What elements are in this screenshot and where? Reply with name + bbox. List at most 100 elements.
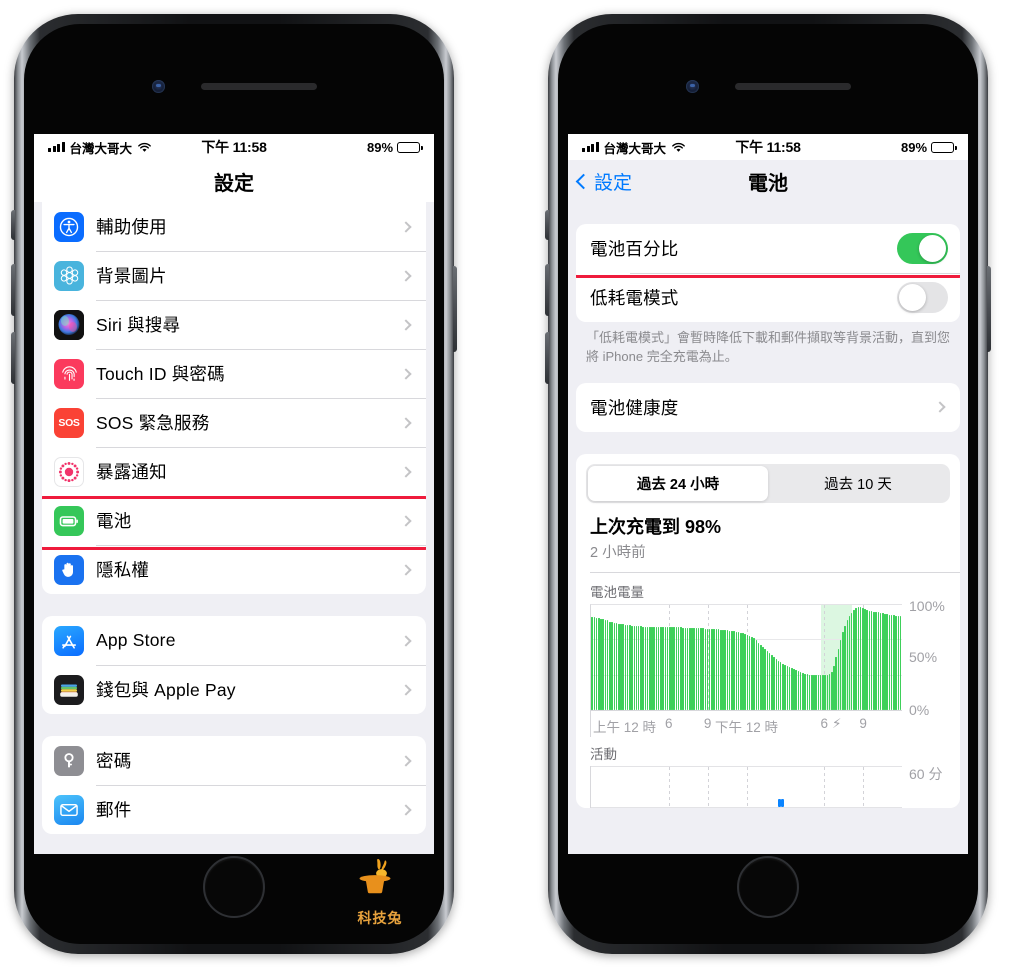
sidebar-item-mail[interactable]: 郵件	[42, 785, 426, 834]
x-tick: 6	[820, 715, 829, 731]
mute-switch[interactable]	[11, 210, 15, 240]
earpiece-speaker	[734, 82, 851, 90]
status-bar: 台灣大哥大 下午 11:58 89%	[34, 134, 434, 160]
chart-bar	[753, 638, 755, 710]
x-tick: 9	[703, 715, 712, 731]
row-label: Touch ID 與密碼	[96, 364, 225, 384]
volume-up-button[interactable]	[11, 264, 15, 316]
time-range-segmented-control[interactable]: 過去 24 小時 過去 10 天	[576, 454, 960, 503]
settings-list[interactable]: 輔助使用 背景圖片 Siri 與搜尋 Touch ID 與密碼 SOS SOS …	[34, 202, 434, 854]
chart-bar	[644, 626, 647, 710]
volume-down-button[interactable]	[545, 332, 549, 384]
front-camera-icon	[151, 79, 165, 93]
row-label: 郵件	[96, 800, 132, 820]
activity-chart-row: 60 分	[590, 765, 948, 808]
chart-bar	[715, 628, 718, 710]
clock-label: 下午 11:58	[201, 139, 267, 155]
settings-group-1: 輔助使用 背景圖片 Siri 與搜尋 Touch ID 與密碼 SOS SOS …	[42, 202, 426, 594]
sidebar-item-accessibility[interactable]: 輔助使用	[42, 202, 426, 251]
home-button[interactable]	[203, 856, 265, 918]
chevron-right-icon	[934, 401, 946, 413]
charging-bolt-icon: ⚡	[831, 715, 842, 731]
siri-icon	[54, 309, 84, 340]
chart-bar	[682, 627, 684, 710]
settings-nav-bar: 設定	[34, 160, 434, 202]
chart-bar	[817, 675, 820, 710]
status-bar-left: 台灣大哥大	[582, 138, 735, 157]
sidebar-item-privacy[interactable]: 隱私權	[42, 545, 426, 594]
carrier-label: 台灣大哥大	[603, 141, 667, 156]
battery-percent-label: 89%	[366, 139, 394, 155]
rabbit-in-hat-icon	[359, 859, 391, 894]
front-sensor-array	[24, 79, 444, 93]
battery-usage-card: 過去 24 小時 過去 10 天 上次充電到 98% 2 小時前 電池電量 上午…	[576, 453, 960, 808]
battery-health-row[interactable]: 電池健康度	[576, 383, 960, 432]
mute-switch[interactable]	[545, 210, 549, 240]
privacy-hand-icon	[54, 554, 84, 585]
sidebar-item-passwords[interactable]: 密碼	[42, 736, 426, 785]
row-label: 電池百分比	[590, 239, 679, 259]
chart-bar	[604, 620, 607, 710]
row-label: App Store	[96, 630, 176, 650]
chevron-right-icon	[400, 367, 412, 380]
chart-bar	[704, 628, 707, 710]
volume-up-button[interactable]	[545, 264, 549, 316]
chart-bar	[846, 620, 849, 710]
sidebar-item-wallpaper[interactable]: 背景圖片	[42, 251, 426, 300]
chevron-right-icon	[400, 683, 412, 696]
exposure-notification-icon	[54, 456, 84, 487]
power-button[interactable]	[453, 266, 457, 352]
chevron-right-icon	[400, 269, 412, 282]
activity-plot	[590, 765, 902, 808]
chevron-left-icon	[575, 173, 592, 189]
row-label: 輔助使用	[96, 217, 167, 237]
right-phone-body: 台灣大哥大 下午 11:58 89% 設定 電池 電池百分比 低耗電模式 「低耗…	[558, 24, 978, 944]
left-phone-screen: 台灣大哥大 下午 11:58 89% 設定 輔助使用 背景圖片 Siri 與搜尋…	[34, 134, 434, 854]
settings-group-3: 密碼 郵件	[42, 736, 426, 834]
y-tick: 100%	[909, 597, 945, 614]
battery-plot: 上午 12 時 6 9 下午 12 時 6 9 ⚡	[590, 603, 902, 737]
mail-icon	[54, 794, 84, 825]
chart-bar	[684, 627, 687, 710]
chart-bar	[735, 632, 738, 710]
battery-percentage-toggle[interactable]	[897, 233, 948, 264]
front-camera-icon	[685, 79, 699, 93]
sidebar-item-app-store[interactable]: App Store	[42, 616, 426, 665]
low-power-mode-row[interactable]: 低耗電模式	[576, 273, 960, 322]
segmented-control[interactable]: 過去 24 小時 過去 10 天	[586, 463, 950, 503]
power-button[interactable]	[987, 266, 991, 352]
chart-bar	[655, 626, 658, 710]
battery-level-chart-title: 電池電量	[590, 584, 644, 600]
battery-toggles-group: 電池百分比 低耗電模式	[576, 224, 960, 322]
sidebar-item-sos[interactable]: SOS SOS 緊急服務	[42, 398, 426, 447]
back-button[interactable]: 設定	[575, 168, 632, 195]
sidebar-item-battery[interactable]: 電池	[42, 496, 426, 545]
chart-bar	[633, 625, 636, 710]
battery-icon	[397, 141, 423, 153]
chevron-right-icon	[400, 220, 412, 233]
tab-last-10-days[interactable]: 過去 10 天	[768, 466, 948, 501]
activity-chart-title: 活動	[590, 746, 617, 762]
chart-bar	[795, 669, 797, 710]
low-power-mode-toggle[interactable]	[897, 282, 948, 313]
status-bar-right: 89%	[801, 140, 957, 155]
sidebar-item-touch-id[interactable]: Touch ID 與密碼	[42, 349, 426, 398]
battery-percentage-row[interactable]: 電池百分比	[576, 224, 960, 273]
volume-down-button[interactable]	[11, 332, 15, 384]
sidebar-item-wallet-apple-pay[interactable]: 錢包與 Apple Pay	[42, 665, 426, 714]
tab-last-24-hours[interactable]: 過去 24 小時	[588, 465, 768, 501]
battery-y-axis: 100% 50% 0%	[902, 598, 948, 718]
sidebar-item-siri-search[interactable]: Siri 與搜尋	[42, 300, 426, 349]
chart-bar	[855, 607, 857, 710]
home-button[interactable]	[737, 856, 799, 918]
chart-bar	[877, 612, 880, 710]
left-phone-device: 台灣大哥大 下午 11:58 89% 設定 輔助使用 背景圖片 Siri 與搜尋…	[11, 14, 457, 954]
chart-bar	[673, 626, 675, 710]
row-label: 暴露通知	[96, 462, 167, 482]
y-tick: 60 分	[909, 765, 943, 782]
chart-bar	[602, 619, 604, 710]
chart-bar	[733, 630, 735, 710]
battery-settings-scroll[interactable]: 電池百分比 低耗電模式 「低耗電模式」會暫時降低下載和郵件擷取等背景活動，直到您…	[568, 202, 968, 854]
sidebar-item-exposure-notifications[interactable]: 暴露通知	[42, 447, 426, 496]
chart-bar	[844, 625, 846, 710]
